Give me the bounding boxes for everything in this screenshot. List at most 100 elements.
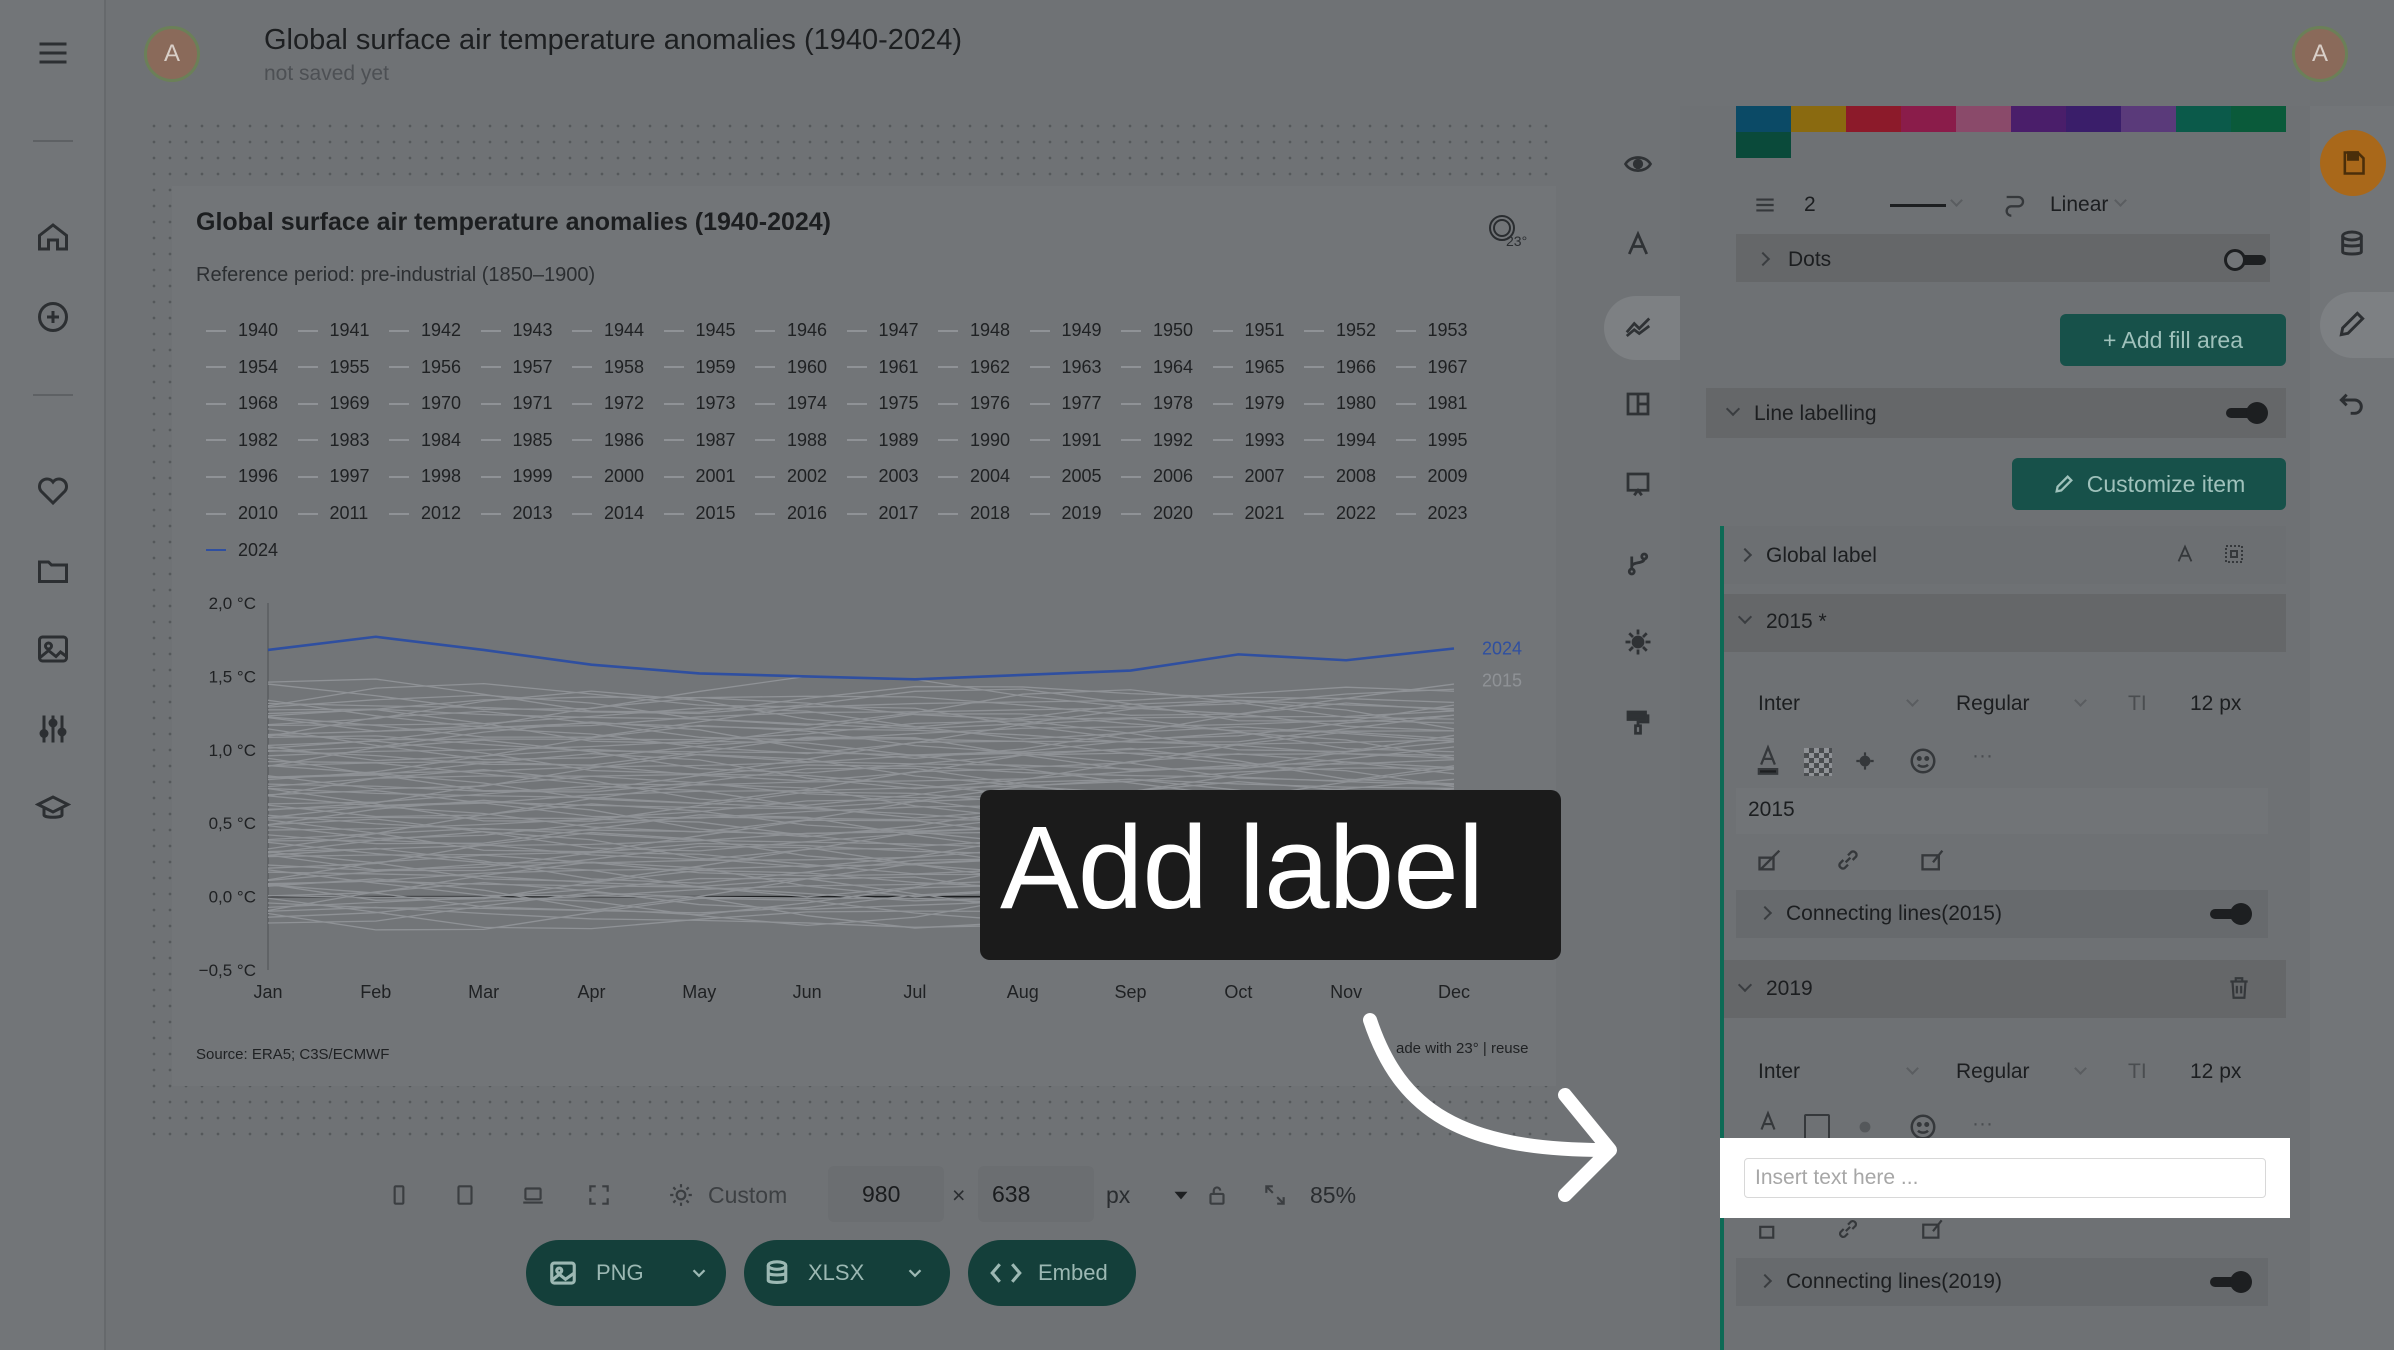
item-2015-title: 2015 *	[1766, 610, 1827, 633]
curve-type-icon[interactable]	[2002, 190, 2030, 223]
y-tick-label: 1,0 °C	[209, 741, 256, 760]
emoji-icon[interactable]	[1908, 746, 1938, 781]
line-width-value[interactable]: 2	[1804, 193, 1816, 217]
palette-swatch[interactable]	[2011, 106, 2066, 132]
palette-swatch[interactable]	[2231, 106, 2286, 132]
chevron-down-icon[interactable]	[904, 1262, 926, 1284]
palette-swatch[interactable]	[1956, 106, 2011, 132]
undo-icon[interactable]	[2332, 384, 2372, 424]
pencil-icon[interactable]	[2332, 304, 2372, 344]
embed-button[interactable]: Embed	[968, 1240, 1136, 1306]
line-chart-icon[interactable]	[1618, 306, 1658, 346]
annotation-icon[interactable]	[1618, 464, 1658, 504]
line-labelling-toggle[interactable]	[2226, 402, 2268, 424]
tablet-size-icon[interactable]	[448, 1178, 482, 1212]
select-box-icon[interactable]	[2222, 542, 2246, 571]
text-color-icon[interactable]	[1754, 1110, 1782, 1141]
x-tick-label: Feb	[360, 982, 391, 1002]
x-tick-label: Aug	[1007, 982, 1039, 1002]
embed-label: Embed	[1038, 1260, 1108, 1285]
brush-icon[interactable]	[1756, 1216, 1784, 1247]
text-icon[interactable]	[1618, 224, 1658, 264]
palette-swatch[interactable]	[1736, 106, 1791, 132]
font-family-select[interactable]: Inter	[1758, 692, 1800, 716]
export-xlsx-button[interactable]: XLSX	[744, 1240, 950, 1306]
unit-select[interactable]: px	[1106, 1182, 1130, 1209]
font-size-value[interactable]: 12 px	[2190, 1060, 2241, 1084]
color-palette[interactable]	[1736, 106, 2286, 160]
global-label-label: Global label	[1766, 544, 1877, 567]
curve-type-select[interactable]: Linear	[2050, 193, 2108, 217]
label-text-value[interactable]: 2015	[1748, 798, 1795, 822]
font-size-value[interactable]: 12 px	[2190, 692, 2241, 716]
branch-icon[interactable]	[1618, 544, 1658, 584]
x-tick-label: Oct	[1224, 982, 1252, 1002]
save-button[interactable]	[2320, 130, 2386, 196]
add-fill-area-button[interactable]: + Add fill area	[2060, 314, 2286, 366]
trash-icon[interactable]	[2226, 974, 2252, 1007]
edit-image-icon[interactable]	[1918, 1216, 1948, 1247]
chevron-down-icon[interactable]	[688, 1262, 710, 1284]
eye-icon[interactable]	[1618, 144, 1658, 184]
series-line	[267, 746, 1455, 781]
dots-toggle[interactable]	[2224, 249, 2266, 271]
fullscreen-icon[interactable]	[582, 1178, 616, 1212]
pointer-arrow-icon	[1363, 1013, 1617, 1202]
x-tick-label: Apr	[577, 982, 605, 1002]
layout-icon[interactable]	[1618, 384, 1658, 424]
text-color-icon[interactable]	[1754, 744, 1782, 781]
palette-swatch[interactable]	[1791, 106, 1846, 132]
lock-ratio-icon[interactable]	[1200, 1178, 1234, 1212]
connecting-lines-2019-toggle[interactable]	[2210, 1271, 2252, 1293]
label-text-input[interactable]	[1744, 1158, 2266, 1198]
x-tick-label: Jul	[903, 982, 926, 1002]
database-icon	[766, 1260, 788, 1284]
background-color-icon[interactable]	[1804, 1114, 1830, 1140]
x-tick-label: Sep	[1115, 982, 1147, 1002]
palette-swatch[interactable]	[1736, 132, 1791, 158]
size-preset-select[interactable]: Custom	[708, 1182, 787, 1209]
text-size-icon: TI	[2128, 1060, 2147, 1083]
palette-swatch[interactable]	[2121, 106, 2176, 132]
link-icon[interactable]	[1834, 1216, 1862, 1247]
edit-image-icon[interactable]	[1918, 846, 1948, 879]
zoom-level[interactable]: 85%	[1310, 1182, 1356, 1209]
palette-swatch[interactable]	[2176, 106, 2231, 132]
database-icon[interactable]	[2332, 224, 2372, 264]
code-icon	[990, 1263, 1022, 1283]
x-tick-label: Jan	[253, 982, 282, 1002]
palette-swatch[interactable]	[1846, 106, 1901, 132]
palette-swatch[interactable]	[2066, 106, 2121, 132]
more-options-icon[interactable]: ···	[1972, 744, 1993, 768]
save-icon	[2343, 151, 2365, 175]
font-weight-select[interactable]: Regular	[1956, 692, 2030, 716]
series-line	[267, 720, 1455, 753]
x-tick-label: Jun	[793, 982, 822, 1002]
pencil-icon	[2054, 475, 2073, 493]
paint-roller-icon[interactable]	[1618, 702, 1658, 742]
font-icon[interactable]	[2174, 542, 2196, 571]
gear-icon[interactable]	[664, 1178, 698, 1212]
background-color-icon[interactable]	[1804, 748, 1832, 776]
label-text-input[interactable]	[1736, 788, 2268, 834]
zoom-fit-icon[interactable]	[1258, 1178, 1292, 1212]
phone-size-icon[interactable]	[382, 1178, 416, 1212]
line-width-icon[interactable]	[1752, 192, 1778, 223]
link-icon[interactable]	[1834, 846, 1862, 879]
export-png-button[interactable]: PNG	[526, 1240, 726, 1306]
laptop-size-icon[interactable]	[516, 1178, 550, 1212]
unit-dropdown-icon[interactable]	[1164, 1178, 1198, 1212]
customize-item-button[interactable]: Customize item	[2012, 458, 2286, 510]
height-input[interactable]: 638	[978, 1166, 1094, 1222]
palette-swatch[interactable]	[1901, 106, 1956, 132]
width-input[interactable]: 980	[828, 1166, 944, 1222]
line-style-preview[interactable]	[1890, 204, 1946, 207]
brush-icon[interactable]	[1756, 846, 1784, 879]
export-png-label: PNG	[596, 1260, 644, 1285]
more-options-icon[interactable]: ···	[1972, 1112, 1993, 1136]
gear-icon[interactable]	[1852, 748, 1878, 779]
font-weight-select[interactable]: Regular	[1956, 1060, 2030, 1084]
gear-icon[interactable]	[1618, 622, 1658, 662]
font-family-select[interactable]: Inter	[1758, 1060, 1800, 1084]
connecting-lines-2015-toggle[interactable]	[2210, 903, 2252, 925]
